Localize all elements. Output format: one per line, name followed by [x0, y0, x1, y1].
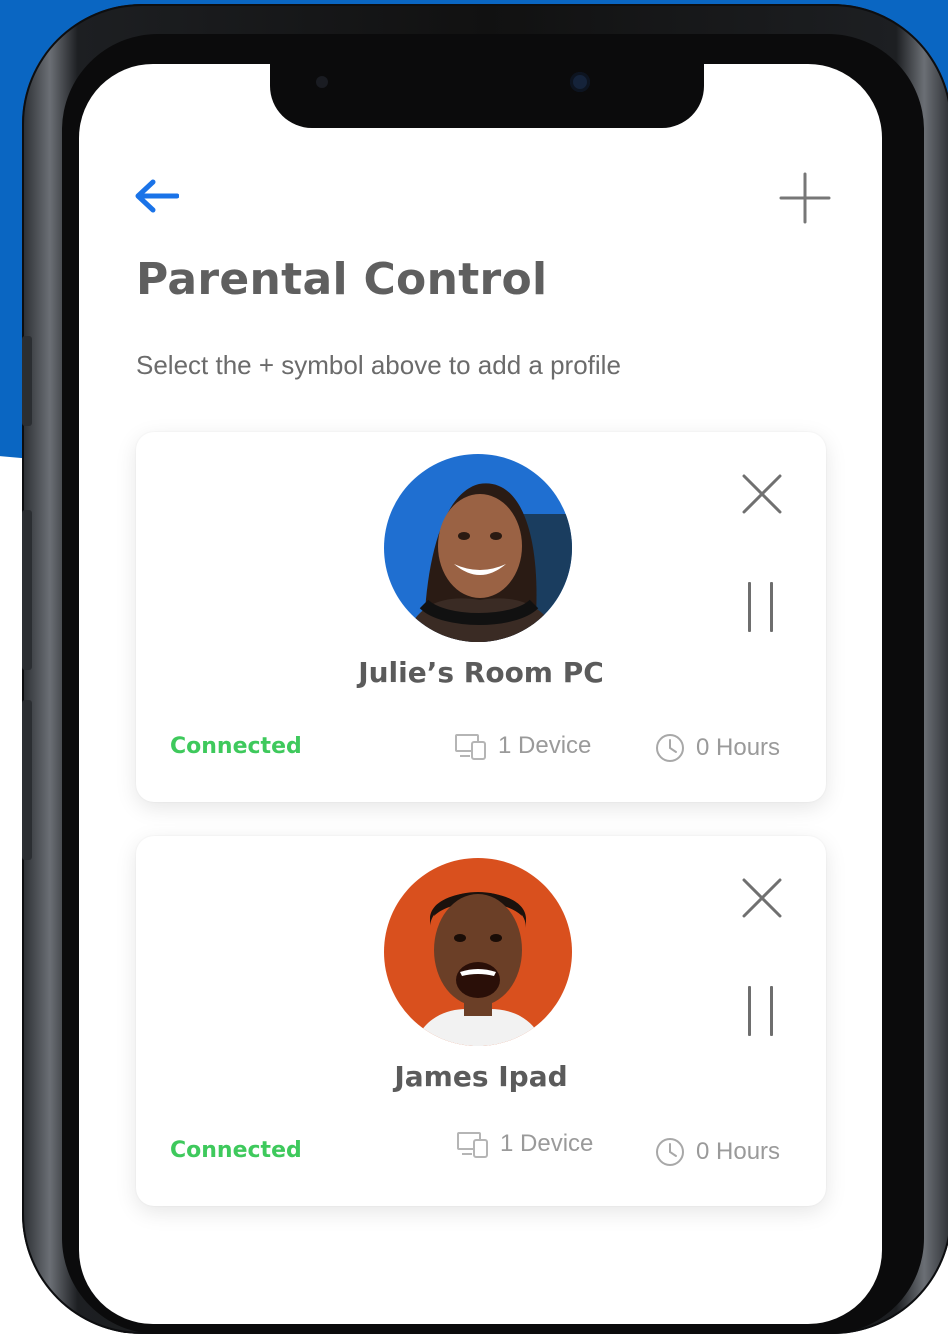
remove-profile-button[interactable] — [740, 876, 784, 920]
pause-profile-button[interactable] — [742, 986, 782, 1040]
avatar — [384, 454, 572, 642]
close-icon — [742, 474, 782, 514]
usage-hours-label: 0 Hours — [696, 734, 781, 761]
profile-name: James Ipad — [394, 1060, 568, 1093]
clock-icon — [656, 734, 684, 762]
front-camera — [570, 72, 590, 92]
plus-icon — [779, 172, 831, 224]
profile-name: Julie’s Room PC — [358, 656, 604, 689]
phone-volume-down-button — [22, 700, 32, 860]
usage-hours: 0 Hours — [654, 732, 780, 764]
profile-card[interactable]: James Ipad Connected 1 Device 0 Hours — [136, 836, 826, 1206]
app-screen: Parental Control Select the + symbol abo… — [79, 64, 882, 1324]
profile-card[interactable]: Julie’s Room PC Connected 1 Device 0 Hou… — [136, 432, 826, 802]
device-count-label: 1 Device — [498, 732, 592, 759]
close-icon — [742, 878, 782, 918]
usage-hours-label: 0 Hours — [696, 1138, 781, 1165]
devices-icon — [457, 1132, 488, 1158]
arrow-left-icon — [135, 179, 180, 213]
status-badge: Connected — [170, 734, 302, 759]
phone-mute-switch — [22, 336, 32, 426]
page-subtitle: Select the + symbol above to add a profi… — [136, 350, 621, 380]
sensor-dot — [316, 76, 328, 88]
avatar — [384, 858, 572, 1046]
pause-profile-button[interactable] — [742, 582, 782, 636]
device-count: 1 Device — [456, 1130, 593, 1158]
page-title: Parental Control — [136, 254, 548, 305]
usage-hours: 0 Hours — [654, 1136, 780, 1168]
devices-icon — [455, 734, 486, 760]
device-count-label: 1 Device — [500, 1130, 594, 1157]
clock-icon — [656, 1138, 684, 1166]
add-profile-button[interactable] — [777, 170, 833, 226]
back-button[interactable] — [133, 178, 180, 214]
status-badge: Connected — [170, 1138, 302, 1163]
device-count: 1 Device — [454, 732, 591, 760]
phone-volume-up-button — [22, 510, 32, 670]
phone-notch — [270, 64, 704, 128]
remove-profile-button[interactable] — [740, 472, 784, 516]
